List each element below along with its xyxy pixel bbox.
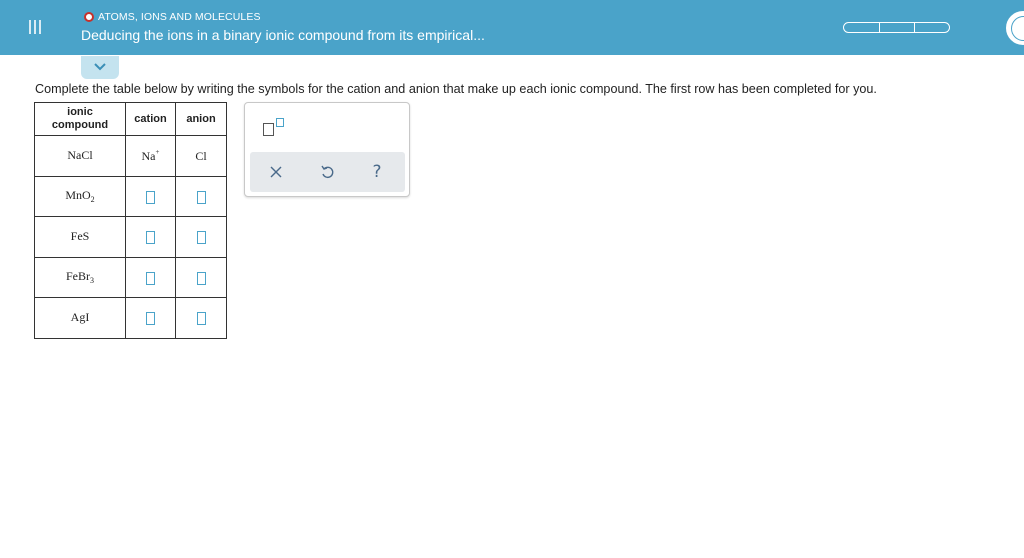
compound-cell: AgI [34,297,126,339]
compound-formula: NaCl [67,148,93,163]
cation-cell [125,297,176,339]
header-compound-line2: compound [51,119,109,131]
anion-cell: Cl [175,135,227,177]
superscript-tool[interactable] [263,118,287,138]
anion-cell [175,216,227,258]
header-compound-line1: ionic [67,106,93,118]
progress-indicator [843,22,950,33]
clear-icon [270,166,282,178]
anion-cell [175,256,227,298]
topic-label: ATOMS, IONS AND MOLECULES [84,10,261,24]
corner-circle-button[interactable] [1005,10,1024,46]
anion-answer-box[interactable] [196,231,206,244]
topic-text: ATOMS, IONS AND MOLECULES [98,11,261,23]
instructions-text: Complete the table below by writing the … [35,82,877,96]
superscript-box-icon [276,118,284,127]
status-dot-icon [84,12,94,22]
help-icon: ? [372,162,382,182]
compound-cell: MnO2 [34,175,126,217]
anion-answer-box[interactable] [196,312,206,325]
table-row: FeBr3 [34,256,227,298]
cation-charge: + [155,147,160,156]
table-header-row: ionic compound cation anion [34,102,227,136]
cation-answer-box[interactable] [146,271,155,285]
anion-cell [175,297,227,339]
undo-icon [321,165,334,179]
progress-segment [843,22,880,33]
hamburger-icon [29,20,41,34]
table-row: FeS [34,216,227,258]
cation-symbol: Na [141,148,156,163]
cation-cell [125,175,176,217]
cation-answer-box[interactable] [146,231,155,244]
chevron-down-icon [94,63,106,71]
undo-button[interactable] [307,152,347,192]
table-row: NaCl Na+ Cl [34,135,227,177]
progress-segment [915,22,950,33]
compound-formula: MnO [65,188,91,203]
compound-cell: FeS [34,216,126,258]
anion-answer-box[interactable] [196,190,206,204]
compound-cell: NaCl [34,135,126,177]
cation-cell [125,216,176,258]
header-cation: cation [125,102,176,136]
anion-answer-box[interactable] [196,271,206,285]
cation-answer-box[interactable] [146,312,155,325]
base-box-icon [263,123,274,136]
compound-subscript: 3 [90,276,94,286]
palette-action-bar: ? [250,152,405,192]
compound-cell: FeBr3 [34,256,126,298]
menu-button[interactable] [22,14,48,40]
anion-symbol: Cl [195,148,207,163]
page-title: Deducing the ions in a binary ionic comp… [81,27,485,43]
header-anion: anion [175,102,227,136]
help-button[interactable]: ? [357,152,397,192]
clear-button[interactable] [256,152,296,192]
compound-formula: FeBr [66,269,90,284]
cation-cell [125,256,176,298]
cation-cell: Na+ [125,135,176,177]
compound-formula: AgI [70,310,90,325]
compound-formula: FeS [70,229,90,244]
cation-answer-box[interactable] [146,190,155,204]
table-row: AgI [34,297,227,339]
ions-table: ionic compound cation anion NaCl Na+ Cl … [34,102,227,339]
table-row: MnO2 [34,175,227,217]
collapse-toggle[interactable] [81,56,119,79]
top-header: ATOMS, IONS AND MOLECULES Deducing the i… [0,0,1024,55]
answer-palette: ? [244,102,410,197]
progress-segment [880,22,915,33]
compound-subscript: 2 [90,195,95,205]
anion-cell [175,175,227,217]
header-ionic-compound: ionic compound [34,102,126,136]
